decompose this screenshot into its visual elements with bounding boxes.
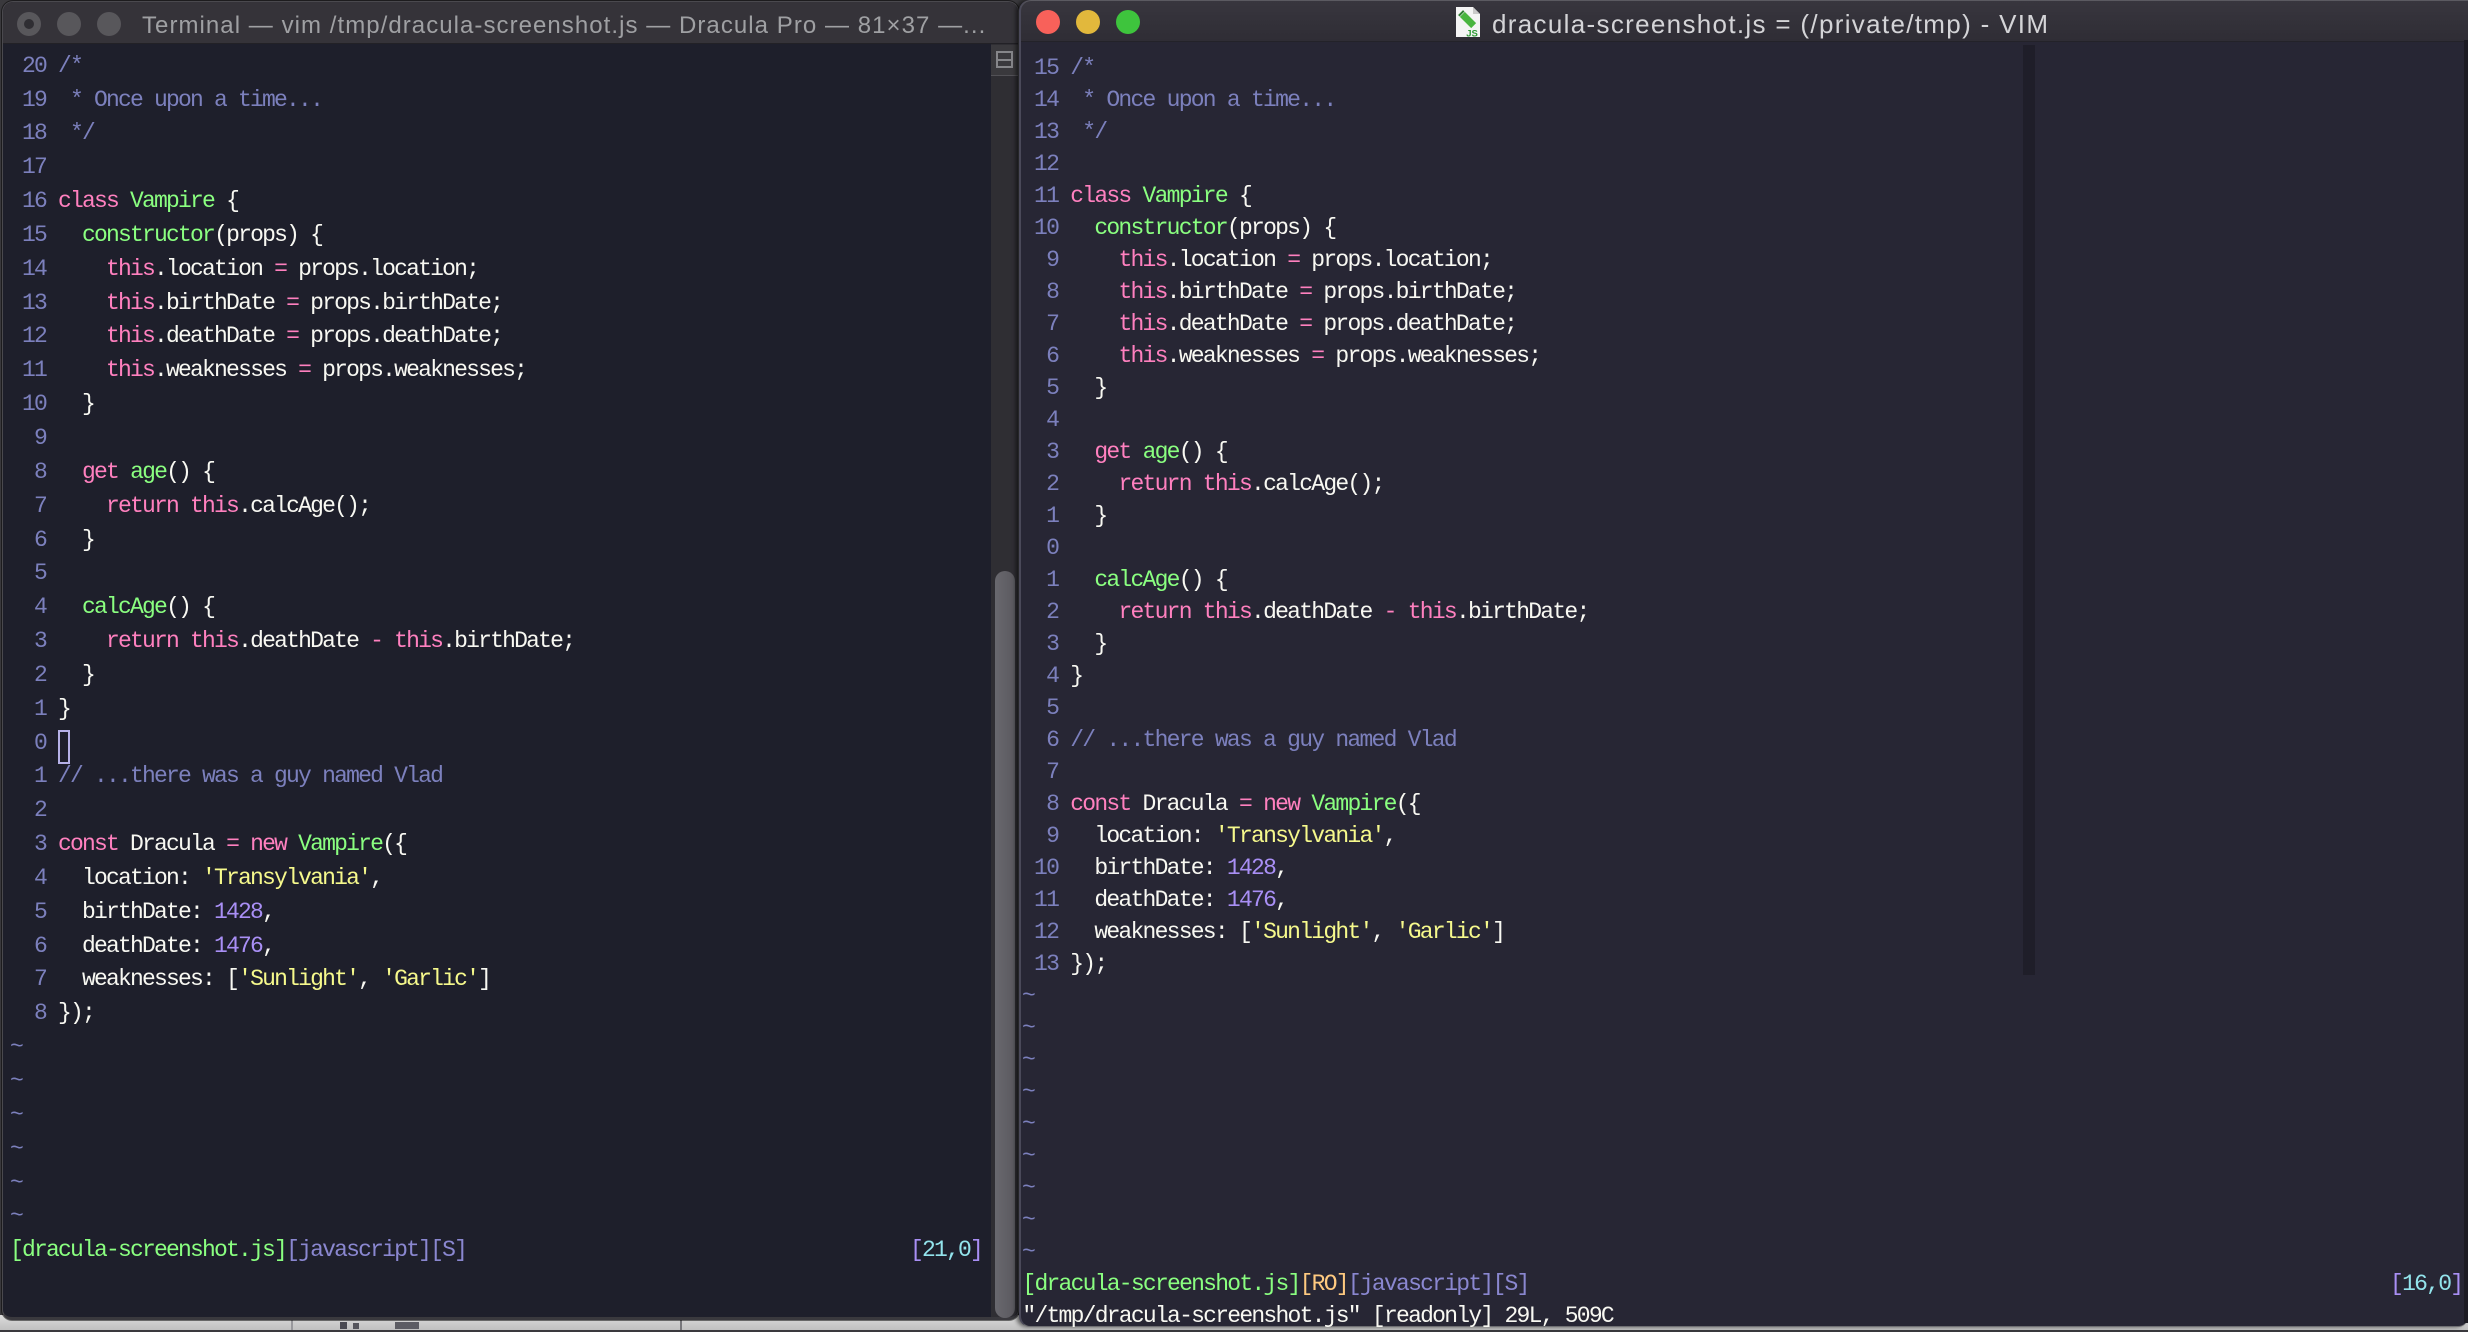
svg-text:JS: JS <box>1466 29 1478 40</box>
